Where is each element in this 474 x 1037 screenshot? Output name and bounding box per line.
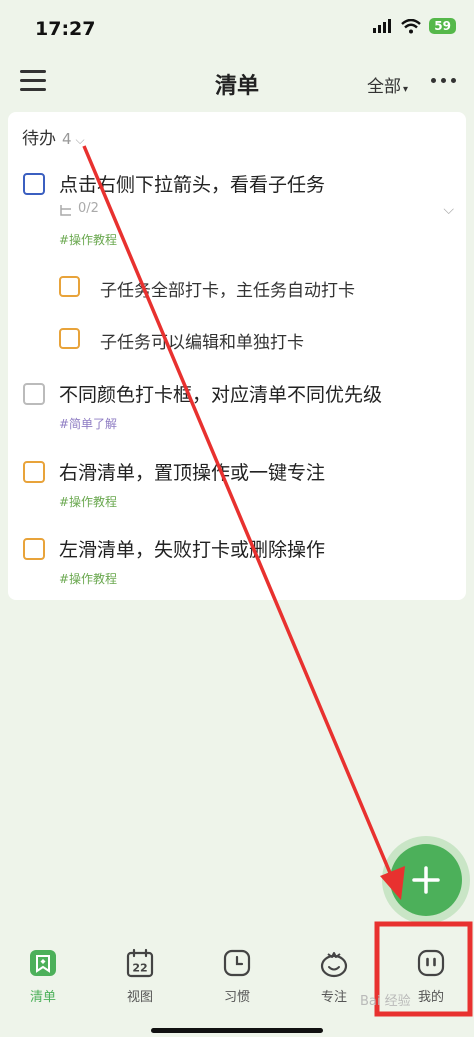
nav-item-view[interactable]: 22 视图 — [100, 948, 180, 1005]
add-task-button[interactable] — [390, 844, 462, 916]
task-tag[interactable]: #操作教程 — [59, 493, 117, 510]
calendar-icon: 22 — [126, 948, 154, 978]
tomato-icon — [320, 952, 348, 978]
nav-item-habits[interactable]: 习惯 — [197, 948, 277, 1005]
subtask-progress: 0/2 — [78, 201, 99, 216]
nav-item-list[interactable]: 清单 — [3, 948, 83, 1005]
task-title: 不同颜色打卡框，对应清单不同优先级 — [59, 384, 383, 406]
subtask-title: 子任务全部打卡，主任务自动打卡 — [100, 281, 355, 301]
status-icons: 59 — [373, 18, 456, 34]
battery-indicator: 59 — [429, 18, 456, 34]
chevron-down-icon: ⌵ — [75, 133, 85, 147]
home-indicator — [151, 1028, 323, 1033]
bottom-nav: 清单 22 视图 习惯 专注 我的 — [0, 936, 474, 1036]
task-tag[interactable]: #简单了解 — [59, 415, 117, 432]
task-row[interactable]: 左滑清单，失败打卡或删除操作 #操作教程 — [8, 533, 466, 593]
nav-label: 清单 — [29, 990, 56, 1005]
expand-chevron-icon[interactable]: ⌵ — [443, 202, 454, 218]
plus-icon — [412, 866, 440, 894]
clock-icon — [223, 949, 251, 977]
subtask-checkbox[interactable] — [59, 276, 80, 297]
task-checkbox[interactable] — [23, 383, 45, 405]
more-icon[interactable] — [431, 78, 456, 83]
subtask-row[interactable]: 子任务全部打卡，主任务自动打卡 — [8, 270, 466, 306]
filter-dropdown[interactable]: 全部 ▾ — [367, 72, 408, 97]
top-header: 清单 全部 ▾ — [0, 56, 474, 108]
filter-label: 全部 — [366, 77, 401, 97]
task-checkbox[interactable] — [23, 538, 45, 560]
subtask-checkbox[interactable] — [59, 328, 80, 349]
svg-text:22: 22 — [132, 962, 147, 975]
task-row[interactable]: 右滑清单，置顶操作或一键专注 #操作教程 — [8, 456, 466, 516]
profile-icon — [417, 949, 445, 977]
watermark: Bai 经验 — [360, 994, 411, 1009]
wifi-icon — [401, 18, 422, 33]
task-row[interactable]: 点击右侧下拉箭头，看看子任务 0/2 ⌵ #操作教程 — [8, 168, 466, 254]
nav-label: 习惯 — [223, 990, 250, 1005]
nav-label: 视图 — [126, 990, 153, 1005]
task-title: 右滑清单，置顶操作或一键专注 — [59, 462, 326, 484]
section-header-todo[interactable]: 待办 4 ⌵ — [22, 124, 85, 149]
task-card: 待办 4 ⌵ 点击右侧下拉箭头，看看子任务 0/2 ⌵ #操作教程 子任务全部打卡，… — [8, 112, 466, 600]
task-checkbox[interactable] — [23, 461, 45, 483]
task-title: 左滑清单，失败打卡或删除操作 — [59, 539, 326, 561]
task-tag[interactable]: #操作教程 — [59, 570, 117, 587]
status-bar: 17:27 59 — [0, 0, 474, 56]
section-count: 4 — [62, 130, 72, 148]
subtask-title: 子任务可以编辑和单独打卡 — [100, 333, 304, 353]
status-time: 17:27 — [35, 18, 96, 40]
subtask-row[interactable]: 子任务可以编辑和单独打卡 — [8, 322, 466, 358]
list-icon — [30, 950, 56, 976]
app-screen: 17:27 59 清单 全部 ▾ 待办 4 ⌵ 点击右侧下拉箭头，看看子任务 0… — [0, 0, 474, 1037]
task-title: 点击右侧下拉箭头，看看子任务 — [59, 174, 326, 196]
section-title: 待办 — [22, 129, 56, 149]
task-tag[interactable]: #操作教程 — [59, 231, 117, 248]
subtask-icon — [60, 205, 71, 216]
task-row[interactable]: 不同颜色打卡框，对应清单不同优先级 #简单了解 — [8, 378, 466, 438]
caret-down-icon: ▾ — [402, 84, 408, 95]
signal-icon — [373, 19, 392, 33]
task-checkbox[interactable] — [23, 173, 45, 195]
